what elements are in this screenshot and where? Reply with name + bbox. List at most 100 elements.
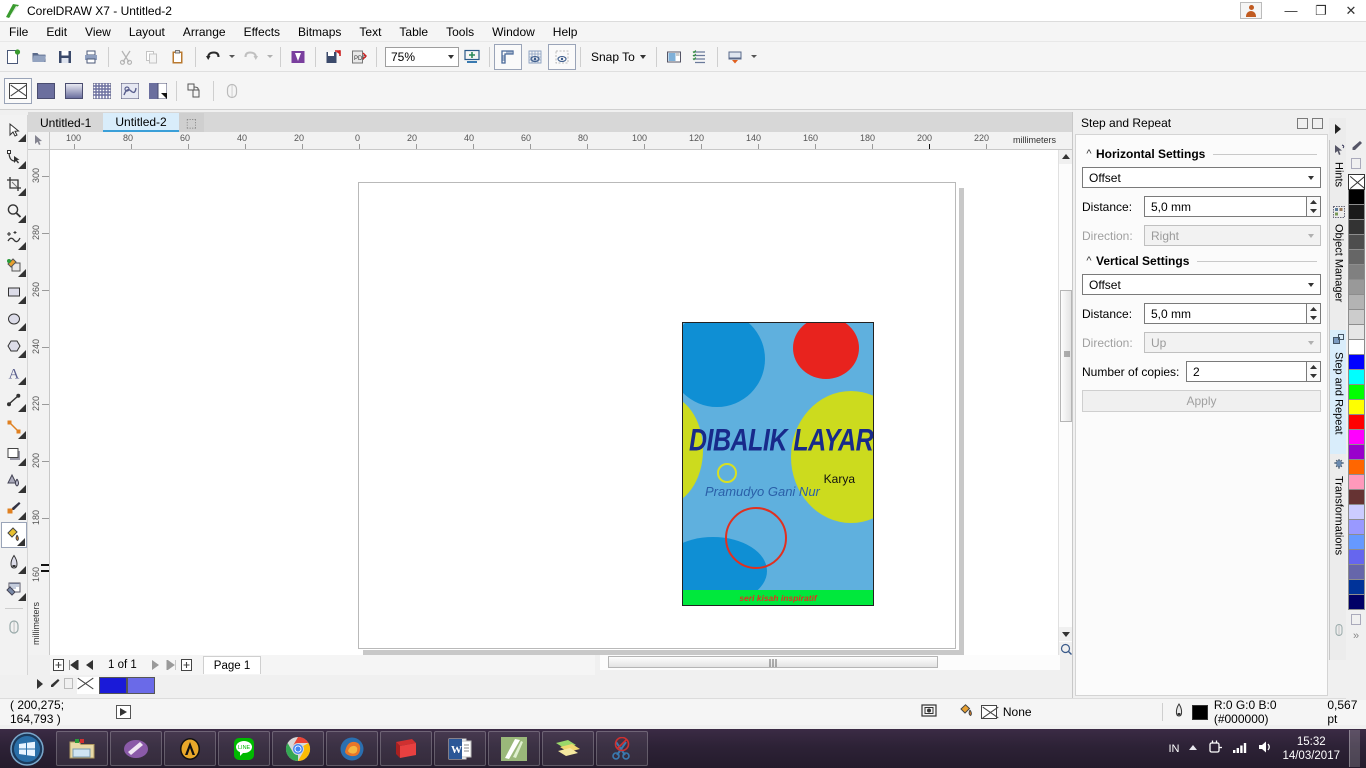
palette-more-icon[interactable] bbox=[1351, 614, 1361, 628]
menu-view[interactable]: View bbox=[76, 23, 120, 41]
open-document-icon[interactable] bbox=[26, 44, 52, 70]
power-plug-icon[interactable] bbox=[1207, 739, 1223, 758]
screen-capture-icon[interactable] bbox=[921, 703, 937, 721]
copies-input[interactable]: 2 bbox=[1186, 361, 1307, 382]
menu-bitmaps[interactable]: Bitmaps bbox=[289, 23, 350, 41]
taskbar-clock[interactable]: 15:32 14/03/2017 bbox=[1282, 735, 1340, 763]
ellipse-tool-icon[interactable] bbox=[1, 306, 27, 332]
menu-window[interactable]: Window bbox=[483, 23, 544, 41]
next-page-icon[interactable] bbox=[147, 657, 163, 673]
docker-tab-transformations[interactable]: Transformations bbox=[1330, 454, 1347, 584]
interactive-fill-tool-icon[interactable] bbox=[1, 576, 27, 602]
publish-pdf-icon[interactable]: PDF bbox=[346, 44, 372, 70]
outline-status[interactable]: R:0 G:0 B:0 (#000000) 0,567 pt bbox=[1172, 698, 1366, 726]
taskbar-ebook-app-icon[interactable] bbox=[380, 731, 432, 766]
add-page-before-icon[interactable] bbox=[50, 657, 66, 673]
start-button[interactable] bbox=[0, 730, 54, 767]
red-circle-shape[interactable] bbox=[793, 323, 859, 379]
minimize-button[interactable]: — bbox=[1276, 0, 1306, 21]
taskbar-folders-app-icon[interactable] bbox=[542, 731, 594, 766]
vertical-scrollbar[interactable] bbox=[1058, 150, 1073, 656]
horizontal-settings-group[interactable]: ^ Horizontal Settings bbox=[1082, 147, 1321, 161]
show-desktop-button[interactable] bbox=[1349, 730, 1360, 767]
drawing-canvas[interactable]: DIBALIK LAYAR Karya Pramudyo Gani Nur se… bbox=[50, 150, 1058, 655]
taskbar-file-explorer-icon[interactable] bbox=[56, 731, 108, 766]
palette-swatch[interactable] bbox=[1347, 204, 1365, 220]
add-page-after-icon[interactable] bbox=[179, 657, 195, 673]
no-fill-icon[interactable] bbox=[4, 77, 32, 104]
undo-dropdown-icon[interactable] bbox=[226, 44, 238, 70]
tray-language-label[interactable]: IN bbox=[1168, 743, 1179, 755]
palette-swatch[interactable] bbox=[1347, 399, 1365, 415]
menu-file[interactable]: File bbox=[0, 23, 37, 41]
book-cover-artwork[interactable]: DIBALIK LAYAR Karya Pramudyo Gani Nur se… bbox=[682, 322, 874, 606]
copy-fill-properties-icon[interactable] bbox=[181, 78, 209, 104]
cover-byline-text[interactable]: Karya bbox=[824, 472, 855, 486]
horizontal-mode-combo[interactable]: Offset bbox=[1082, 167, 1321, 188]
palette-swatch[interactable] bbox=[1347, 549, 1365, 565]
horizontal-ruler[interactable]: 100 80 60 40 20 0 20 40 60 80 100 120 14… bbox=[50, 132, 1072, 150]
palette-swatch[interactable] bbox=[1347, 579, 1365, 595]
fill-color-swatch[interactable] bbox=[99, 676, 127, 694]
palette-swatch[interactable] bbox=[1347, 354, 1365, 370]
fill-tool-icon[interactable] bbox=[0, 522, 27, 548]
page-tab-page-1[interactable]: Page 1 bbox=[202, 656, 262, 674]
pin-icon[interactable] bbox=[1297, 117, 1308, 129]
snap-to-dropdown[interactable]: Snap To bbox=[585, 46, 652, 68]
close-docker-icon[interactable] bbox=[1312, 117, 1323, 129]
document-tab-untitled-2[interactable]: Untitled-2 bbox=[103, 113, 179, 132]
export-icon[interactable] bbox=[320, 44, 346, 70]
palette-swatch[interactable] bbox=[1347, 234, 1365, 250]
palette-swatch[interactable] bbox=[1347, 444, 1365, 460]
palette-expand-icon[interactable]: » bbox=[1353, 630, 1359, 642]
ruler-origin-button[interactable] bbox=[28, 132, 50, 150]
crop-tool-icon[interactable] bbox=[1, 171, 27, 197]
vertical-distance-stepper[interactable] bbox=[1307, 303, 1321, 324]
freehand-tool-icon[interactable] bbox=[1, 225, 27, 251]
palette-swatch[interactable] bbox=[1347, 189, 1365, 205]
taskbar-snipping-tool-icon[interactable] bbox=[596, 731, 648, 766]
texture-fill-icon[interactable] bbox=[116, 78, 144, 104]
docker-tab-step-and-repeat[interactable]: Step and Repeat bbox=[1330, 330, 1347, 454]
zoom-level-combo[interactable]: 75% bbox=[385, 46, 459, 67]
palette-swatch[interactable] bbox=[1347, 459, 1365, 475]
new-document-icon[interactable] bbox=[0, 44, 26, 70]
outline-tool-icon[interactable] bbox=[1, 549, 27, 575]
chevron-up-icon[interactable]: ^ bbox=[1082, 255, 1096, 267]
palette-swatch[interactable] bbox=[1347, 324, 1365, 340]
menu-effects[interactable]: Effects bbox=[235, 23, 289, 41]
vertical-settings-group[interactable]: ^ Vertical Settings bbox=[1082, 254, 1321, 268]
import-icon[interactable] bbox=[285, 44, 311, 70]
outline-color-swatch[interactable] bbox=[127, 676, 155, 694]
horizontal-scroll-thumb[interactable] bbox=[608, 656, 938, 668]
docker-tab-hints[interactable]: Hints bbox=[1330, 140, 1347, 202]
palette-scroll-up-icon[interactable] bbox=[1351, 158, 1361, 172]
red-ring-shape[interactable] bbox=[725, 507, 787, 569]
shape-tool-icon[interactable] bbox=[1, 144, 27, 170]
show-guides-icon[interactable] bbox=[548, 43, 576, 70]
palette-swatch[interactable] bbox=[1347, 414, 1365, 430]
taskbar-line-app-icon[interactable]: LINE bbox=[218, 731, 270, 766]
zoom-tool-icon[interactable] bbox=[1, 198, 27, 224]
palette-swatch[interactable] bbox=[1347, 474, 1365, 490]
paste-icon[interactable] bbox=[165, 44, 191, 70]
previous-page-icon[interactable] bbox=[82, 657, 98, 673]
palette-swatch[interactable] bbox=[1347, 489, 1365, 505]
palette-swatch[interactable] bbox=[1347, 564, 1365, 580]
menu-help[interactable]: Help bbox=[544, 23, 587, 41]
print-icon[interactable] bbox=[78, 44, 104, 70]
palette-swatch[interactable] bbox=[1347, 294, 1365, 310]
quick-preview-tool-icon[interactable] bbox=[1, 614, 27, 640]
vertical-mode-combo[interactable]: Offset bbox=[1082, 274, 1321, 295]
scroll-down-button[interactable] bbox=[1059, 627, 1073, 641]
fill-status[interactable]: None bbox=[959, 703, 1032, 721]
object-styles-icon[interactable] bbox=[687, 44, 713, 70]
save-document-icon[interactable] bbox=[52, 44, 78, 70]
cover-title-text[interactable]: DIBALIK LAYAR bbox=[689, 423, 873, 459]
palette-swatch[interactable] bbox=[1347, 264, 1365, 280]
scroll-up-button[interactable] bbox=[1059, 150, 1073, 164]
taskbar-autodesk-app-icon[interactable] bbox=[164, 731, 216, 766]
first-page-icon[interactable] bbox=[66, 657, 82, 673]
uniform-fill-icon[interactable] bbox=[32, 78, 60, 104]
chevron-up-icon[interactable]: ^ bbox=[1082, 148, 1096, 160]
